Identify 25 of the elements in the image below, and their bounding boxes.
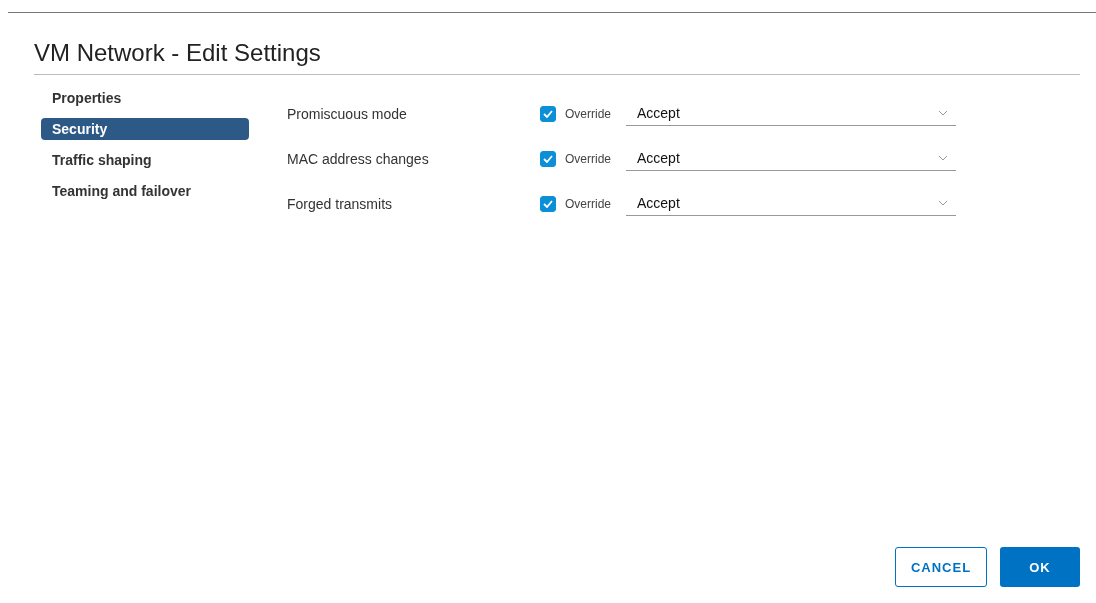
setting-label: Forged transmits bbox=[287, 195, 394, 212]
override-label: Override bbox=[565, 196, 612, 211]
override-checkbox[interactable] bbox=[540, 150, 556, 167]
override-label: Override bbox=[565, 151, 612, 166]
sidebar-item[interactable]: Security bbox=[41, 118, 249, 140]
dialog-title: VM Network - Edit Settings bbox=[34, 39, 1080, 75]
ok-button[interactable]: OK bbox=[1000, 547, 1080, 587]
check-icon bbox=[543, 199, 553, 208]
setting-label: MAC address changes bbox=[287, 150, 430, 167]
chevron-down-icon bbox=[938, 155, 948, 161]
sidebar-item[interactable]: Teaming and failover bbox=[41, 180, 249, 202]
chevron-down-icon bbox=[938, 200, 948, 206]
override-label: Override bbox=[565, 106, 612, 121]
sidebar-item[interactable]: Traffic shaping bbox=[41, 149, 249, 171]
setting-label: Promiscuous mode bbox=[287, 105, 408, 122]
check-icon bbox=[543, 154, 553, 163]
cancel-button[interactable]: CANCEL bbox=[895, 547, 987, 587]
policy-dropdown[interactable]: Accept bbox=[626, 146, 956, 171]
chevron-down-icon bbox=[938, 110, 948, 116]
override-checkbox[interactable] bbox=[540, 195, 556, 212]
policy-dropdown[interactable]: Accept bbox=[626, 101, 956, 126]
override-checkbox[interactable] bbox=[540, 105, 556, 122]
policy-dropdown[interactable]: Accept bbox=[626, 191, 956, 216]
check-icon bbox=[543, 109, 553, 118]
sidebar-item[interactable]: Properties bbox=[41, 87, 249, 109]
